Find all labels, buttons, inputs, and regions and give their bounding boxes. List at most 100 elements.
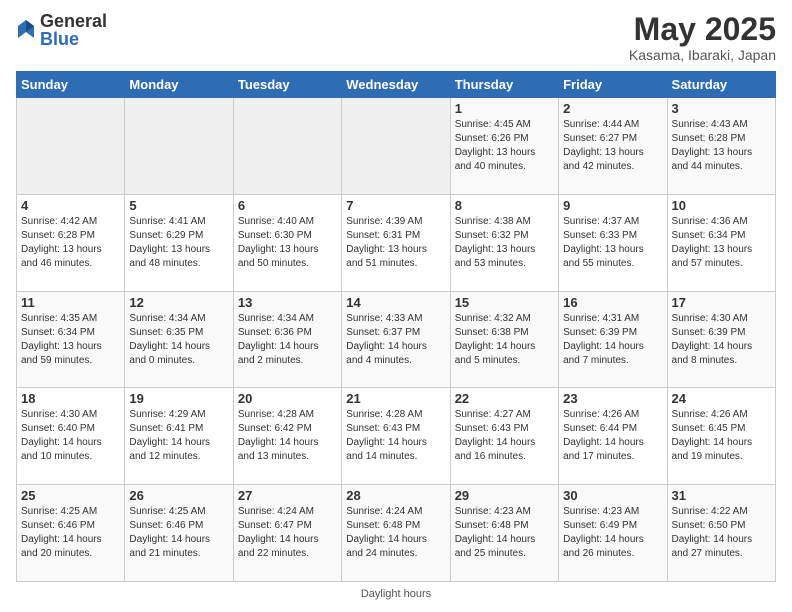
logo-general: General <box>40 12 107 30</box>
day-number: 27 <box>238 488 337 503</box>
calendar-day: 12 Sunrise: 4:34 AMSunset: 6:35 PMDayligh… <box>125 291 233 388</box>
day-info: Sunrise: 4:23 AMSunset: 6:48 PMDaylight:… <box>455 505 554 561</box>
calendar-week: 11 Sunrise: 4:35 AMSunset: 6:34 PMDayligh… <box>17 291 776 388</box>
day-info: Sunrise: 4:37 AMSunset: 6:33 PMDaylight:… <box>563 215 662 271</box>
calendar-day: 3 Sunrise: 4:43 AMSunset: 6:28 PMDaylight… <box>667 98 775 195</box>
calendar-day: 17 Sunrise: 4:30 AMSunset: 6:39 PMDayligh… <box>667 291 775 388</box>
calendar-day: 30Sunrise: 4:23 AMSunset: 6:49 PMDayligh… <box>559 485 667 582</box>
calendar-day: 28Sunrise: 4:24 AMSunset: 6:48 PMDayligh… <box>342 485 450 582</box>
day-info: Sunrise: 4:28 AMSunset: 6:43 PMDaylight:… <box>346 408 445 464</box>
calendar: SundayMondayTuesdayWednesdayThursdayFrid… <box>16 71 776 582</box>
day-info: Sunrise: 4:35 AMSunset: 6:34 PMDaylight:… <box>21 312 120 368</box>
day-number: 15 <box>455 295 554 310</box>
weekday-header: Thursday <box>450 72 558 98</box>
calendar-day: 9 Sunrise: 4:37 AMSunset: 6:33 PMDaylight… <box>559 194 667 291</box>
day-info: Sunrise: 4:40 AMSunset: 6:30 PMDaylight:… <box>238 215 337 271</box>
day-info: Sunrise: 4:43 AMSunset: 6:28 PMDaylight:… <box>672 118 771 174</box>
calendar-day: 18Sunrise: 4:30 AMSunset: 6:40 PMDayligh… <box>17 388 125 485</box>
calendar-body: 1Sunrise: 4:45 AMSunset: 6:26 PMDaylight… <box>17 98 776 582</box>
calendar-day: 11 Sunrise: 4:35 AMSunset: 6:34 PMDayligh… <box>17 291 125 388</box>
day-number: 6 <box>238 198 337 213</box>
calendar-header: SundayMondayTuesdayWednesdayThursdayFrid… <box>17 72 776 98</box>
day-number: 23 <box>563 391 662 406</box>
weekday-header: Tuesday <box>233 72 341 98</box>
calendar-day: 21 Sunrise: 4:28 AMSunset: 6:43 PMDayligh… <box>342 388 450 485</box>
day-number: 11 <box>21 295 120 310</box>
calendar-day: 15 Sunrise: 4:32 AMSunset: 6:38 PMDayligh… <box>450 291 558 388</box>
day-number: 17 <box>672 295 771 310</box>
day-number: 25 <box>21 488 120 503</box>
day-info: Sunrise: 4:39 AMSunset: 6:31 PMDaylight:… <box>346 215 445 271</box>
weekday-row: SundayMondayTuesdayWednesdayThursdayFrid… <box>17 72 776 98</box>
title-block: May 2025 Kasama, Ibaraki, Japan <box>629 12 776 63</box>
day-number: 9 <box>563 198 662 213</box>
day-number: 8 <box>455 198 554 213</box>
day-info: Sunrise: 4:28 AMSunset: 6:42 PMDaylight:… <box>238 408 337 464</box>
day-number: 31 <box>672 488 771 503</box>
weekday-header: Sunday <box>17 72 125 98</box>
weekday-header: Wednesday <box>342 72 450 98</box>
day-number: 13 <box>238 295 337 310</box>
logo: General Blue <box>16 12 107 48</box>
logo-icon <box>16 18 36 42</box>
day-info: Sunrise: 4:36 AMSunset: 6:34 PMDaylight:… <box>672 215 771 271</box>
calendar-day <box>342 98 450 195</box>
day-info: Sunrise: 4:44 AMSunset: 6:27 PMDaylight:… <box>563 118 662 174</box>
calendar-day: 26 Sunrise: 4:25 AMSunset: 6:46 PMDayligh… <box>125 485 233 582</box>
calendar-day: 2Sunrise: 4:44 AMSunset: 6:27 PMDaylight… <box>559 98 667 195</box>
day-info: Sunrise: 4:30 AMSunset: 6:39 PMDaylight:… <box>672 312 771 368</box>
footer: Daylight hours <box>16 588 776 600</box>
day-info: Sunrise: 4:41 AMSunset: 6:29 PMDaylight:… <box>129 215 228 271</box>
calendar-day: 19Sunrise: 4:29 AMSunset: 6:41 PMDayligh… <box>125 388 233 485</box>
calendar-week: 18Sunrise: 4:30 AMSunset: 6:40 PMDayligh… <box>17 388 776 485</box>
calendar-week: 1Sunrise: 4:45 AMSunset: 6:26 PMDaylight… <box>17 98 776 195</box>
calendar-day: 6 Sunrise: 4:40 AMSunset: 6:30 PMDaylight… <box>233 194 341 291</box>
logo-text: General Blue <box>40 12 107 48</box>
day-number: 20 <box>238 391 337 406</box>
day-number: 3 <box>672 101 771 116</box>
day-info: Sunrise: 4:31 AMSunset: 6:39 PMDaylight:… <box>563 312 662 368</box>
calendar-day <box>17 98 125 195</box>
day-number: 28 <box>346 488 445 503</box>
day-info: Sunrise: 4:22 AMSunset: 6:50 PMDaylight:… <box>672 505 771 561</box>
calendar-day <box>125 98 233 195</box>
day-number: 14 <box>346 295 445 310</box>
day-info: Sunrise: 4:25 AMSunset: 6:46 PMDaylight:… <box>21 505 120 561</box>
footer-text: Daylight hours <box>361 588 431 600</box>
day-number: 24 <box>672 391 771 406</box>
day-number: 10 <box>672 198 771 213</box>
day-number: 4 <box>21 198 120 213</box>
calendar-day: 14 Sunrise: 4:33 AMSunset: 6:37 PMDayligh… <box>342 291 450 388</box>
day-info: Sunrise: 4:34 AMSunset: 6:35 PMDaylight:… <box>129 312 228 368</box>
location: Kasama, Ibaraki, Japan <box>629 47 776 63</box>
calendar-day: 27Sunrise: 4:24 AMSunset: 6:47 PMDayligh… <box>233 485 341 582</box>
calendar-day: 24Sunrise: 4:26 AMSunset: 6:45 PMDayligh… <box>667 388 775 485</box>
weekday-header: Saturday <box>667 72 775 98</box>
header: General Blue May 2025 Kasama, Ibaraki, J… <box>16 12 776 63</box>
calendar-week: 25 Sunrise: 4:25 AMSunset: 6:46 PMDayligh… <box>17 485 776 582</box>
day-number: 21 <box>346 391 445 406</box>
day-info: Sunrise: 4:42 AMSunset: 6:28 PMDaylight:… <box>21 215 120 271</box>
day-info: Sunrise: 4:26 AMSunset: 6:44 PMDaylight:… <box>563 408 662 464</box>
page: General Blue May 2025 Kasama, Ibaraki, J… <box>0 0 792 612</box>
day-info: Sunrise: 4:38 AMSunset: 6:32 PMDaylight:… <box>455 215 554 271</box>
day-number: 1 <box>455 101 554 116</box>
day-number: 22 <box>455 391 554 406</box>
day-number: 30 <box>563 488 662 503</box>
day-number: 18 <box>21 391 120 406</box>
calendar-day: 20 Sunrise: 4:28 AMSunset: 6:42 PMDayligh… <box>233 388 341 485</box>
calendar-day <box>233 98 341 195</box>
day-info: Sunrise: 4:29 AMSunset: 6:41 PMDaylight:… <box>129 408 228 464</box>
day-number: 7 <box>346 198 445 213</box>
calendar-day: 25 Sunrise: 4:25 AMSunset: 6:46 PMDayligh… <box>17 485 125 582</box>
day-number: 12 <box>129 295 228 310</box>
day-info: Sunrise: 4:33 AMSunset: 6:37 PMDaylight:… <box>346 312 445 368</box>
day-number: 26 <box>129 488 228 503</box>
day-info: Sunrise: 4:32 AMSunset: 6:38 PMDaylight:… <box>455 312 554 368</box>
calendar-day: 22Sunrise: 4:27 AMSunset: 6:43 PMDayligh… <box>450 388 558 485</box>
day-info: Sunrise: 4:25 AMSunset: 6:46 PMDaylight:… <box>129 505 228 561</box>
calendar-day: 23 Sunrise: 4:26 AMSunset: 6:44 PMDayligh… <box>559 388 667 485</box>
day-number: 16 <box>563 295 662 310</box>
calendar-day: 4 Sunrise: 4:42 AMSunset: 6:28 PMDaylight… <box>17 194 125 291</box>
weekday-header: Monday <box>125 72 233 98</box>
